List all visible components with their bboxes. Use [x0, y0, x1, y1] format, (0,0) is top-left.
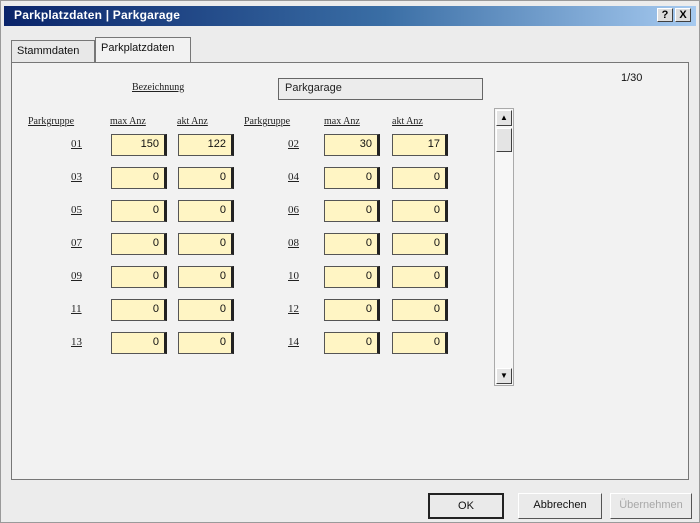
current-count-field[interactable]: 0 [178, 332, 234, 354]
dialog-window: Parkplatzdaten | Parkgarage ? X Stammdat… [0, 0, 700, 523]
group-number: 07 [71, 237, 82, 249]
max-count-field[interactable]: 0 [324, 266, 380, 288]
group-number: 09 [71, 270, 82, 282]
ok-button[interactable]: OK [428, 493, 504, 519]
max-count-field[interactable]: 0 [324, 200, 380, 222]
header-group-left: Parkgruppe [28, 116, 75, 127]
max-count-field[interactable]: 0 [111, 233, 167, 255]
max-count-field[interactable]: 0 [111, 200, 167, 222]
cancel-button[interactable]: Abbrechen [518, 493, 602, 519]
max-count-field[interactable]: 0 [111, 299, 167, 321]
max-count-field[interactable]: 0 [324, 167, 380, 189]
tab-parkplatzdaten[interactable]: Parkplatzdaten [95, 37, 191, 62]
max-count-field[interactable]: 0 [324, 233, 380, 255]
name-label: Bezeichnung [132, 82, 185, 93]
group-number: 13 [71, 336, 82, 348]
current-count-field[interactable]: 0 [178, 299, 234, 321]
group-number: 06 [288, 204, 299, 216]
max-count-field[interactable]: 0 [111, 266, 167, 288]
group-number: 01 [71, 138, 82, 150]
group-number: 04 [288, 171, 299, 183]
close-button[interactable]: X [675, 8, 691, 22]
vertical-scrollbar[interactable]: ▲ ▼ [494, 108, 514, 386]
current-count-field[interactable]: 17 [392, 134, 448, 156]
current-count-field[interactable]: 0 [392, 167, 448, 189]
header-current-left: akt Anz [177, 116, 208, 127]
title-bar: Parkplatzdaten | Parkgarage ? X [4, 6, 696, 26]
name-field[interactable]: Parkgarage [278, 78, 483, 100]
record-counter: 1/30 [621, 72, 643, 84]
group-number: 10 [288, 270, 299, 282]
current-count-field[interactable]: 0 [178, 266, 234, 288]
max-count-field[interactable]: 150 [111, 134, 167, 156]
current-count-field[interactable]: 0 [392, 200, 448, 222]
current-count-field[interactable]: 0 [392, 266, 448, 288]
current-count-field[interactable]: 122 [178, 134, 234, 156]
group-number: 14 [288, 336, 299, 348]
group-number: 05 [71, 204, 82, 216]
current-count-field[interactable]: 0 [178, 167, 234, 189]
header-max-right: max Anz [324, 116, 360, 127]
header-group-right: Parkgruppe [244, 116, 291, 127]
max-count-field[interactable]: 0 [324, 299, 380, 321]
current-count-field[interactable]: 0 [392, 233, 448, 255]
scroll-thumb[interactable] [496, 128, 512, 152]
header-current-right: akt Anz [392, 116, 423, 127]
current-count-field[interactable]: 0 [392, 332, 448, 354]
max-count-field[interactable]: 0 [324, 332, 380, 354]
apply-button[interactable]: Übernehmen [610, 493, 692, 519]
max-count-field[interactable]: 0 [111, 332, 167, 354]
max-count-field[interactable]: 30 [324, 134, 380, 156]
tab-stammdaten[interactable]: Stammdaten [11, 40, 95, 62]
group-number: 12 [288, 303, 299, 315]
help-button[interactable]: ? [657, 8, 673, 22]
current-count-field[interactable]: 0 [392, 299, 448, 321]
group-number: 02 [288, 138, 299, 150]
header-max-left: max Anz [110, 116, 146, 127]
current-count-field[interactable]: 0 [178, 233, 234, 255]
group-number: 08 [288, 237, 299, 249]
window-title: Parkplatzdaten | Parkgarage [14, 8, 181, 22]
group-number: 11 [71, 303, 82, 315]
max-count-field[interactable]: 0 [111, 167, 167, 189]
up-arrow-icon[interactable]: ▲ [496, 110, 512, 126]
current-count-field[interactable]: 0 [178, 200, 234, 222]
down-arrow-icon[interactable]: ▼ [496, 368, 512, 384]
group-number: 03 [71, 171, 82, 183]
